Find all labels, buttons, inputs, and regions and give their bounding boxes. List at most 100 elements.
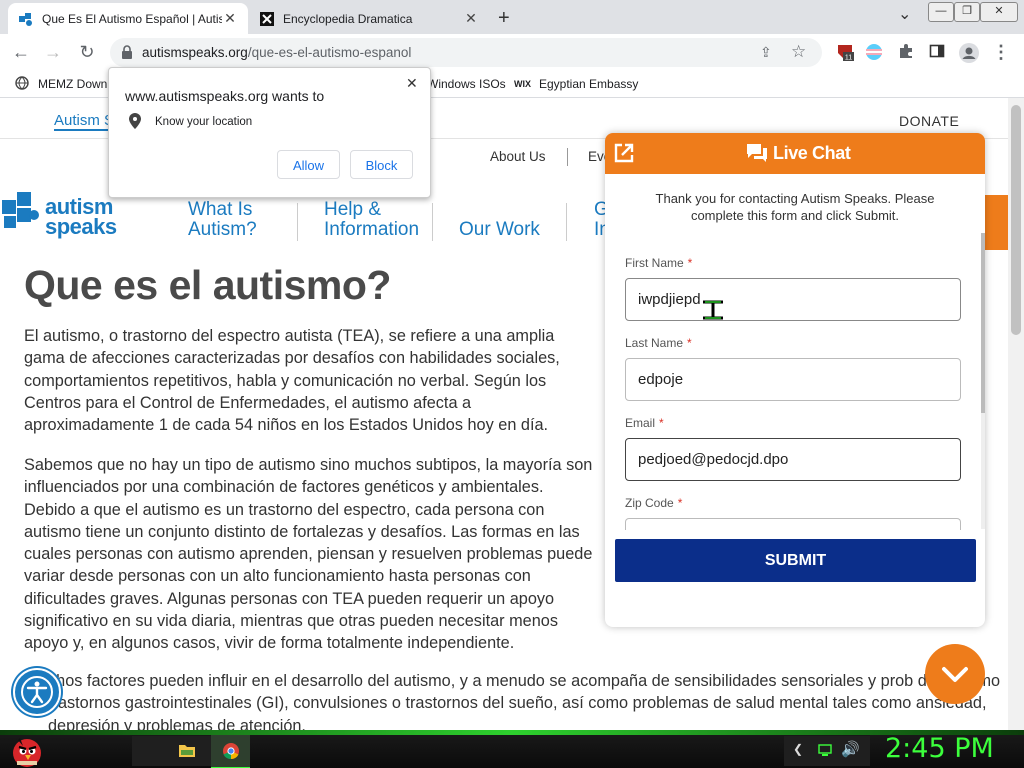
donate-link[interactable]: DONATE [899,113,959,129]
volume-icon[interactable]: 🔊 [841,740,860,758]
nav-label-line: Help & [324,199,382,220]
nav-divider [566,203,567,241]
required-mark: * [687,256,693,270]
os-taskbar: ❮ 🔊 2:45 PM [0,730,1024,768]
back-button[interactable]: ← [10,41,32,63]
tab-encyclopedia-dramatica[interactable]: Encyclopedia Dramatica ✕ [249,3,489,34]
chat-title: Live Chat [773,143,851,163]
ed-favicon-icon [259,11,275,27]
popup-title: www.autismspeaks.org wants to [125,88,325,104]
logo-wordmark: autism speaks [45,196,117,238]
network-icon[interactable] [818,743,832,761]
email-label: Email * [625,416,664,430]
nav-label-line: Autism? [188,219,257,240]
taskbar-clock[interactable]: 2:45 PM [885,733,994,764]
extensions-puzzle-icon[interactable] [897,43,915,61]
tab-title: Encyclopedia Dramatica [283,11,413,26]
lock-icon[interactable] [120,44,134,65]
nav-what-is-autism[interactable]: What Is Autism? [188,200,257,240]
tab-strip: Que Es El Autismo Español | Autism ✕ Enc… [0,0,1024,34]
browser-toolbar: ← → ↻ autismspeaks.org/que-es-el-autismo… [0,34,1024,71]
email-field[interactable]: pedjoed@pedocjd.dpo [625,438,961,481]
side-panel-icon[interactable] [928,43,946,61]
block-button[interactable]: Block [350,150,413,179]
tab-autism-speaks[interactable]: Que Es El Autismo Español | Autism ✕ [8,3,248,34]
chevron-down-icon [942,667,968,682]
restore-button[interactable]: ❐ [954,2,980,22]
wix-icon: WIX [514,79,531,89]
last-name-field[interactable]: edpoje [625,358,961,401]
zip-code-label: Zip Code * [625,496,682,510]
puzzle-favicon-icon [18,11,34,27]
tab-search-button[interactable]: ⌄ [898,4,911,24]
bookmark-egyptian-embassy[interactable]: Egyptian Embassy [539,77,638,91]
first-name-field[interactable]: iwpdjiepd [625,278,961,321]
nav-help-information[interactable]: Help & Information [324,200,419,240]
extension-shield-icon[interactable]: 11 [836,43,854,62]
chat-intro: Thank you for contacting Autism Speaks. … [655,191,935,223]
close-window-button[interactable]: ✕ [980,2,1018,22]
last-name-label: Last Name * [625,336,692,350]
paragraph-3: chos factores pueden influir en el desar… [48,672,1001,730]
page-scrollbar-thumb[interactable] [1011,105,1021,335]
url-host: autismspeaks.org [142,45,248,60]
first-name-label: First Name * [625,256,692,270]
accessibility-icon [21,676,53,708]
nav-divider [567,148,568,166]
site-top-link[interactable]: Autism S [54,112,115,131]
tray-chevron-icon[interactable]: ❮ [793,742,803,756]
forward-button[interactable]: → [42,41,64,63]
chat-scrollbar-thumb[interactable] [981,233,985,413]
submit-button[interactable]: SUBMIT [615,539,976,582]
minimize-button[interactable]: — [928,2,954,22]
chat-minimize-button[interactable] [925,644,985,704]
nav-our-work[interactable]: Our Work [459,220,540,240]
permission-label: Know your location [155,116,253,128]
accessibility-button[interactable] [13,668,61,716]
reload-button[interactable]: ↻ [76,41,98,63]
extension-flag-icon[interactable] [865,43,883,61]
page-heading: Que es el autismo? [24,262,391,308]
required-mark: * [677,496,683,510]
text-cursor-icon [700,296,726,329]
field-label-text: Zip Code [625,496,674,510]
tab-close-icon[interactable]: ✕ [463,10,479,27]
nav-label-line: Our Work [459,219,540,240]
chrome-taskbar-button[interactable] [211,735,250,768]
paragraph-2: Sabemos que no hay un tipo de autismo si… [24,456,593,653]
share-icon[interactable]: ⇪ [760,44,772,61]
start-angry-bird-icon[interactable] [8,734,46,768]
paragraph-1: El autismo, o trastorno del espectro aut… [24,327,560,435]
live-chat-widget: Live Chat Thank you for contacting Autis… [605,133,985,627]
popup-close-icon[interactable]: ✕ [406,75,418,92]
field-label-text: Email [625,416,656,430]
file-explorer-icon[interactable] [178,742,196,763]
about-us-link[interactable]: About Us [490,149,546,164]
tab-title: Que Es El Autismo Español | Autism [42,11,222,26]
address-bar[interactable]: autismspeaks.org/que-es-el-autismo-espan… [110,38,822,67]
bookmark-star-icon[interactable]: ☆ [791,42,806,62]
puzzle-logo-icon [2,192,39,228]
autism-speaks-logo[interactable] [0,190,42,241]
tab-close-icon[interactable]: ✕ [222,10,238,27]
zip-code-field[interactable] [625,518,961,530]
extension-badge: 11 [845,55,852,62]
taskbar-glow [0,730,1024,735]
url-text: autismspeaks.org/que-es-el-autismo-espan… [142,45,411,60]
profile-avatar-icon[interactable] [959,43,979,63]
chrome-icon [223,743,239,760]
field-label-text: Last Name [625,336,684,350]
nav-divider [432,203,433,241]
nav-label-line: Information [324,219,420,240]
url-path: /que-es-el-autismo-espanol [247,45,412,60]
field-label-text: First Name [625,256,684,270]
required-mark: * [687,336,692,350]
allow-button[interactable]: Allow [277,150,340,179]
bookmark-memz[interactable]: MEMZ Down [38,77,107,91]
popout-icon[interactable] [613,142,635,169]
menu-kebab-icon[interactable]: ⋮ [992,43,1010,61]
bookmark-windows-isos[interactable]: Windows ISOs [427,77,506,91]
chat-bubble-icon [746,143,768,168]
new-tab-button[interactable]: + [498,7,510,30]
location-permission-popup: www.autismspeaks.org wants to ✕ Know you… [108,67,431,198]
